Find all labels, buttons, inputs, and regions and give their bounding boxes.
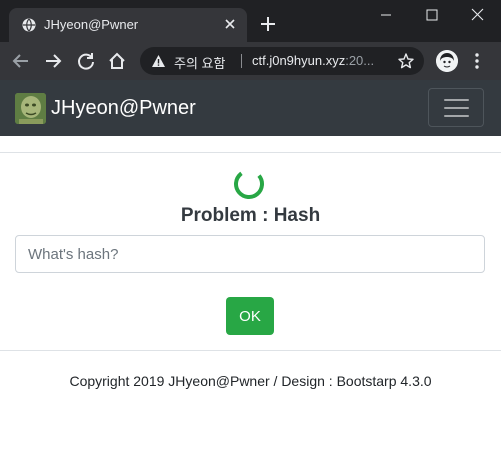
reload-icon[interactable] xyxy=(75,50,97,72)
navbar-toggler[interactable] xyxy=(428,88,484,127)
hamburger-icon xyxy=(444,107,469,109)
browser-tab[interactable]: JHyeon@Pwner xyxy=(9,8,247,42)
tab-title: JHyeon@Pwner xyxy=(44,17,139,32)
browser-tabstrip: JHyeon@Pwner xyxy=(0,0,501,42)
divider-top xyxy=(0,152,501,153)
home-icon[interactable] xyxy=(106,50,128,72)
kebab-menu-icon[interactable] xyxy=(472,51,482,71)
profile-avatar[interactable] xyxy=(436,50,458,72)
url-rest: :20... xyxy=(345,53,375,68)
star-icon[interactable] xyxy=(397,52,415,70)
problem-title: Problem : Hash xyxy=(180,205,321,226)
url-text[interactable]: ctf.j0n9hyun.xyz:20... xyxy=(252,53,374,68)
security-status[interactable]: 주의 요함 xyxy=(174,53,225,72)
address-bar[interactable]: 주의 요함 ctf.j0n9hyun.xyz:20... xyxy=(140,47,424,75)
brand-avatar-image xyxy=(15,93,46,124)
footer-copyright: Copyright 2019 JHyeon@Pwner / Design : B… xyxy=(69,373,432,389)
arrow-right-icon[interactable] xyxy=(42,50,64,72)
hamburger-icon xyxy=(444,115,469,117)
ok-button[interactable]: OK xyxy=(226,297,274,335)
minimize-icon[interactable] xyxy=(363,0,409,30)
maximize-icon[interactable] xyxy=(409,0,455,30)
site-navbar: JHyeon@Pwner xyxy=(0,80,501,136)
plus-icon[interactable] xyxy=(258,14,278,34)
browser-toolbar: 주의 요함 ctf.j0n9hyun.xyz:20... xyxy=(0,42,501,80)
close-icon[interactable] xyxy=(222,16,238,32)
hash-input[interactable] xyxy=(15,235,485,273)
divider-bottom xyxy=(0,350,501,351)
brand-name[interactable]: JHyeon@Pwner xyxy=(51,97,196,120)
globe-icon xyxy=(22,18,36,32)
loading-spinner-icon xyxy=(234,169,264,199)
arrow-left-icon[interactable] xyxy=(10,50,32,72)
close-icon[interactable] xyxy=(455,0,501,30)
brand-logo[interactable] xyxy=(15,93,46,124)
warning-icon[interactable] xyxy=(151,54,166,68)
address-separator xyxy=(241,54,242,68)
url-host: ctf.j0n9hyun.xyz xyxy=(252,53,346,68)
hamburger-icon xyxy=(444,99,469,101)
profile-icon xyxy=(436,50,458,72)
